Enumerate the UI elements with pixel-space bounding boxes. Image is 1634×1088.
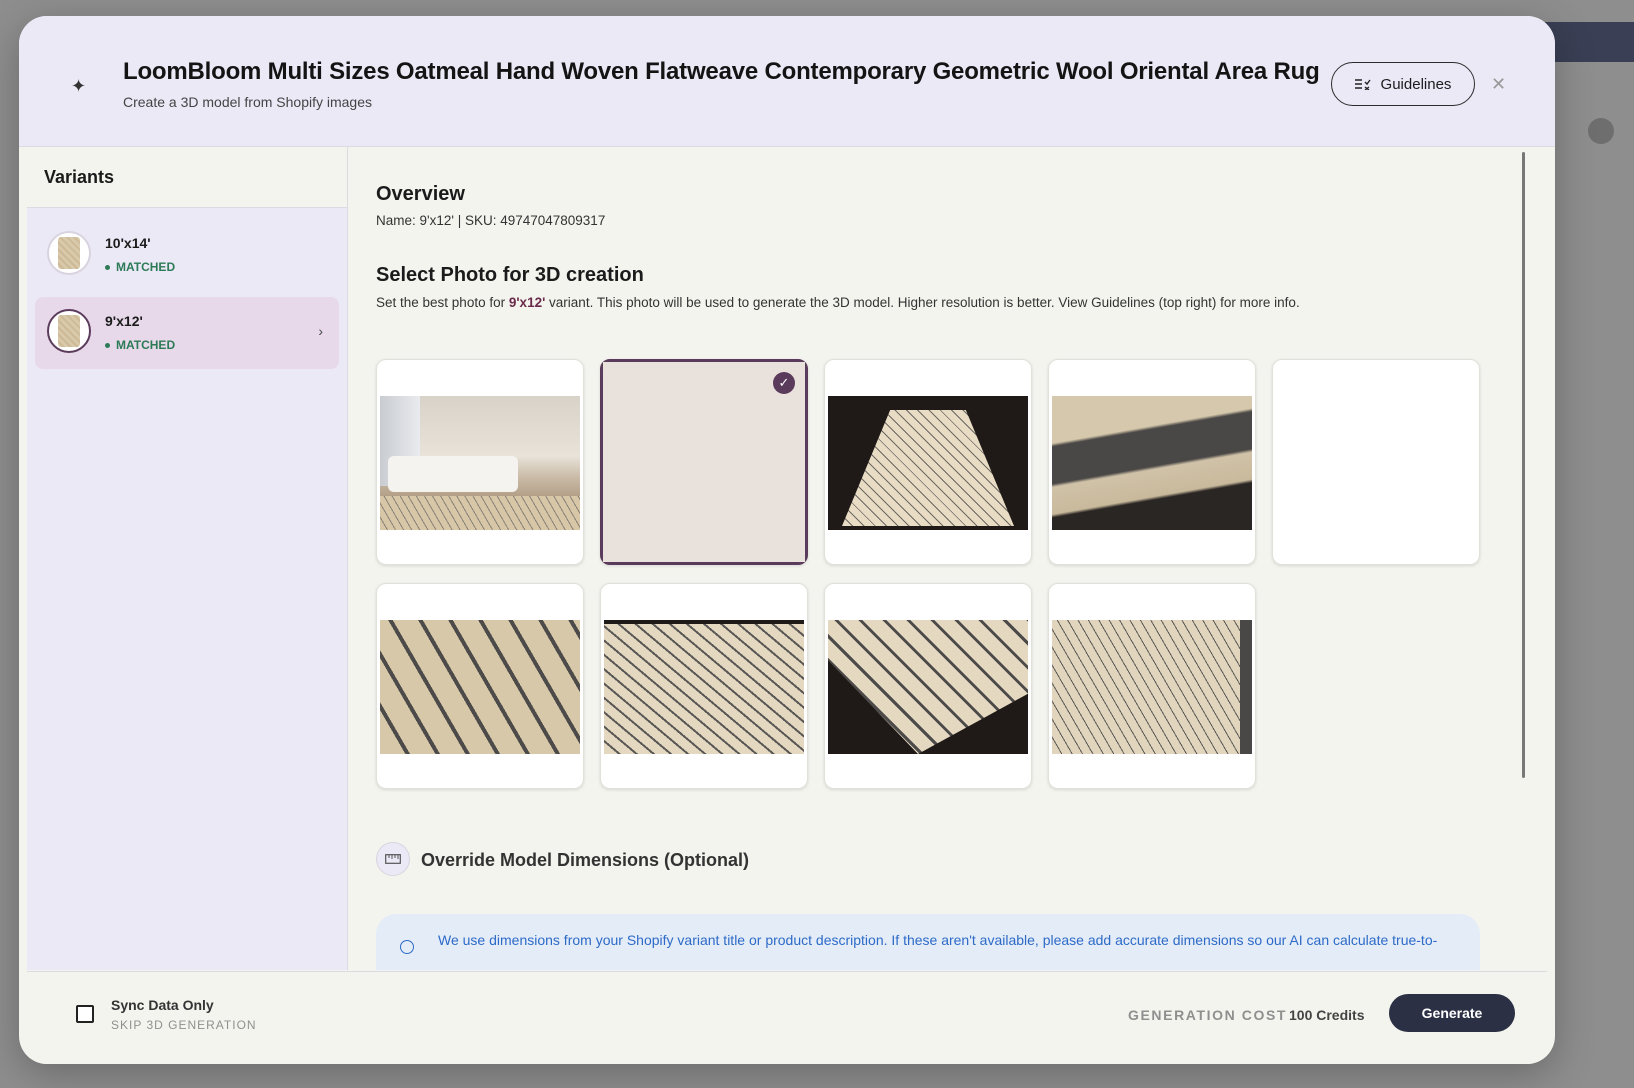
variant-thumbnail [47,231,91,275]
variant-name: 10'x14' [105,235,151,251]
rug-photo [604,620,804,754]
rug-photo [380,620,580,754]
variant-name: 9'x12' [105,313,143,329]
photo-tile-6[interactable] [376,583,584,789]
variant-item-9x12[interactable]: 9'x12' MATCHED › [35,297,339,369]
status-dot-icon [105,342,110,348]
rug-photo [828,620,1028,754]
dimensions-info-box: We use dimensions from your Shopify vari… [376,914,1480,970]
photo-tile-5[interactable] [1272,359,1480,565]
rug-photo [1052,620,1252,754]
select-photo-description: Set the best photo for 9'x12' variant. T… [376,295,1300,310]
guidelines-button[interactable]: Guidelines [1331,62,1475,106]
rug-photo [828,396,1028,530]
photo-tile-3[interactable] [824,359,1032,565]
sync-data-only-checkbox[interactable] [76,1005,94,1023]
status-dot-icon [105,264,110,270]
photo-tile-8[interactable] [824,583,1032,789]
create-3d-model-dialog: ✦ LoomBloom Multi Sizes Oatmeal Hand Wov… [19,16,1555,1064]
product-title: LoomBloom Multi Sizes Oatmeal Hand Woven… [123,58,1320,85]
override-dimensions-heading: Override Model Dimensions (Optional) [421,850,750,870]
variant-thumbnail [47,309,91,353]
close-icon[interactable]: ✕ [1491,74,1506,95]
matched-badge: MATCHED [105,260,175,274]
overview-heading: Overview [376,183,465,205]
overview-details: Name: 9'x12' | SKU: 49747047809317 [376,213,606,228]
rug-photo [380,396,580,530]
skip-generation-sublabel: SKIP 3D GENERATION [111,1018,257,1032]
matched-badge: MATCHED [105,338,175,352]
sparkle-icon: ✦ [71,76,87,96]
rug-photo [603,362,805,562]
main-content: Overview Name: 9'x12' | SKU: 49747047809… [356,147,1546,970]
photo-tile-4[interactable] [1048,359,1256,565]
dialog-subtitle: Create a 3D model from Shopify images [123,94,372,110]
variant-item-10x14[interactable]: 10'x14' MATCHED [35,219,339,291]
generation-cost-label: GENERATION COST [1128,1007,1288,1023]
variants-heading: Variants [27,147,347,208]
guidelines-label: Guidelines [1380,75,1452,93]
checklist-icon [1354,79,1371,90]
dimensions-info-text: We use dimensions from your Shopify vari… [438,932,1438,948]
rug-photo [1276,396,1476,530]
sync-data-only-label: Sync Data Only [111,997,214,1013]
selected-check-icon: ✓ [773,372,795,394]
content-scrollbar[interactable] [1522,152,1525,778]
rug-photo [1052,396,1252,530]
generate-button[interactable]: Generate [1389,994,1515,1032]
dialog-header: ✦ LoomBloom Multi Sizes Oatmeal Hand Wov… [19,16,1555,147]
generation-cost-value: 100 Credits [1289,1007,1365,1023]
info-icon [400,940,414,954]
variants-sidebar: Variants 10'x14' MATCHED 9'x12' MATCHED … [27,147,348,970]
chevron-right-icon: › [318,323,323,339]
photo-tile-1[interactable] [376,359,584,565]
background-app-icon [1588,118,1614,144]
photo-tile-7[interactable] [600,583,808,789]
dialog-footer: Sync Data Only SKIP 3D GENERATION GENERA… [27,971,1547,1064]
ruler-icon [376,842,410,876]
photo-tile-9[interactable] [1048,583,1256,789]
photo-tile-2[interactable]: ✓ [600,359,808,565]
select-photo-heading: Select Photo for 3D creation [376,264,644,286]
